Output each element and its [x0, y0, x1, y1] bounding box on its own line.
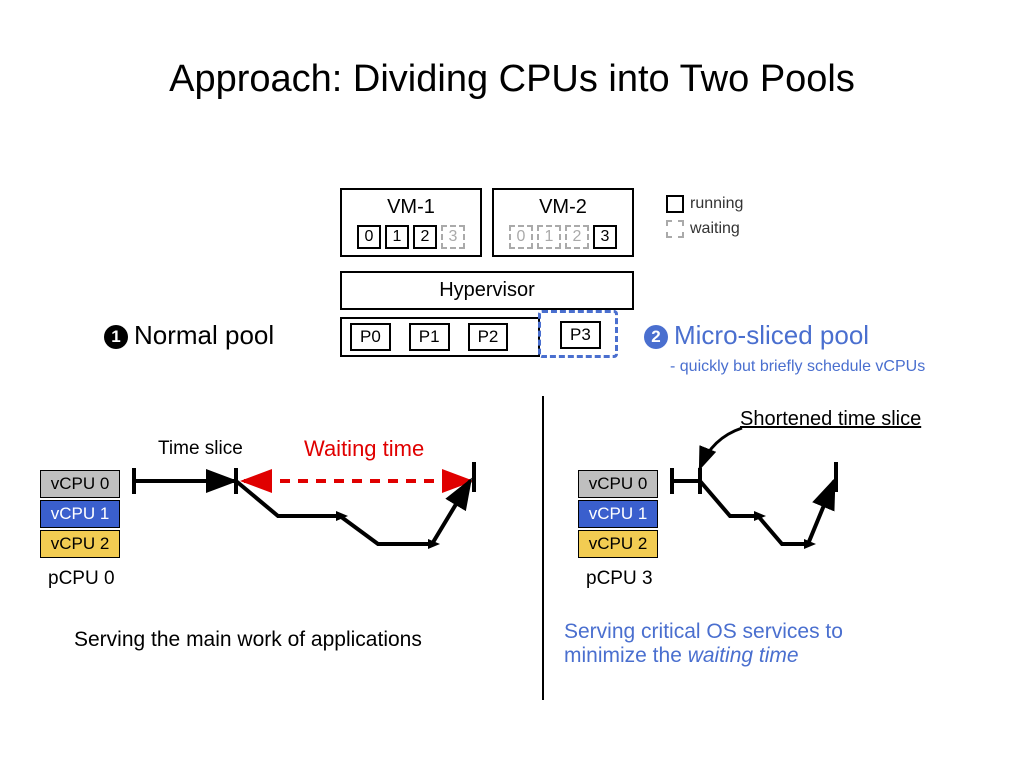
right-caption-c: waiting time — [688, 644, 799, 667]
left-pcpu-label: pCPU 0 — [48, 568, 115, 590]
normal-pool-text: Normal pool — [134, 320, 274, 350]
vm1-cpu-1: 1 — [385, 225, 409, 249]
legend-waiting-label: waiting — [690, 220, 740, 237]
micro-pool-num: 2 — [644, 325, 668, 349]
pcpu-p2: P2 — [468, 323, 509, 351]
micro-pool-text: Micro-sliced pool — [674, 320, 869, 350]
vm2-label: VM-2 — [494, 196, 632, 219]
slide-title: Approach: Dividing CPUs into Two Pools — [0, 58, 1024, 101]
right-pcpu-label: pCPU 3 — [586, 568, 653, 590]
right-vcpu0: vCPU 0 — [578, 470, 658, 498]
vm1-cpu-3: 3 — [441, 225, 465, 249]
pcpu-p1: P1 — [409, 323, 450, 351]
right-caption-a: Serving critical OS services to — [564, 620, 843, 643]
vm2-cpu-3: 3 — [593, 225, 617, 249]
left-vcpu1: vCPU 1 — [40, 500, 120, 528]
legend-waiting: waiting — [666, 220, 740, 238]
micro-pool-label: 2Micro-sliced pool — [644, 320, 869, 351]
pcpu-p0: P0 — [350, 323, 391, 351]
vertical-divider — [542, 396, 544, 700]
pcpu-bar-left: P0 P1 P2 — [340, 317, 540, 357]
vm2-cpurow: 0 1 2 3 — [494, 225, 632, 255]
normal-pool-label: 1Normal pool — [104, 320, 274, 351]
legend-running-label: running — [690, 195, 743, 212]
vm1-cpurow: 0 1 2 3 — [342, 225, 480, 255]
vm2-cpu-1: 1 — [537, 225, 561, 249]
vm2-cpu-0: 0 — [509, 225, 533, 249]
vm1-label: VM-1 — [342, 196, 480, 219]
swatch-waiting — [666, 220, 684, 238]
legend-running: running — [666, 195, 743, 213]
vm1-cpu-2: 2 — [413, 225, 437, 249]
left-time-slice-label: Time slice — [158, 438, 243, 460]
hypervisor-box: Hypervisor — [340, 271, 634, 310]
left-caption: Serving the main work of applications — [74, 628, 422, 652]
vm1-cpu-0: 0 — [357, 225, 381, 249]
right-vcpu2: vCPU 2 — [578, 530, 658, 558]
left-vcpu2: vCPU 2 — [40, 530, 120, 558]
diagram-overlay — [0, 0, 1024, 768]
right-vcpu1: vCPU 1 — [578, 500, 658, 528]
vm1-box: VM-1 0 1 2 3 — [340, 188, 482, 257]
right-caption-b: minimize the — [564, 644, 688, 667]
vm2-cpu-2: 2 — [565, 225, 589, 249]
right-caption: Serving critical OS services to minimize… — [564, 620, 843, 668]
left-waiting-time-label: Waiting time — [304, 436, 424, 462]
left-vcpu0: vCPU 0 — [40, 470, 120, 498]
vm2-box: VM-2 0 1 2 3 — [492, 188, 634, 257]
normal-pool-num: 1 — [104, 325, 128, 349]
swatch-running — [666, 195, 684, 213]
micro-pool-sub: - quickly but briefly schedule vCPUs — [670, 358, 925, 376]
micro-sliced-outline — [538, 310, 618, 358]
right-short-slice-label: Shortened time slice — [740, 408, 921, 431]
